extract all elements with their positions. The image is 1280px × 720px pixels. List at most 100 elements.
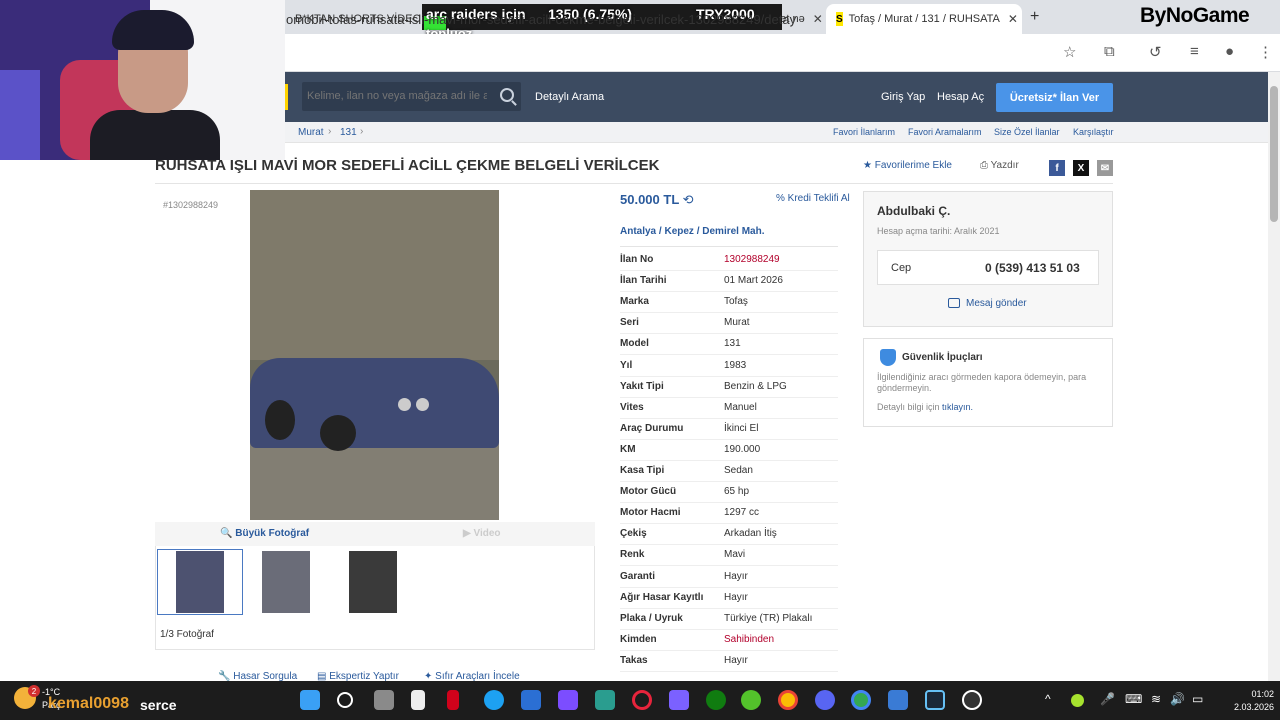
xbox-icon[interactable] xyxy=(706,690,726,710)
menu-icon[interactable]: ⋮ xyxy=(1258,43,1273,61)
app-icon-3[interactable] xyxy=(888,690,908,710)
detail-label: Araç Durumu xyxy=(620,423,684,434)
detail-value: 01 Mart 2026 xyxy=(724,275,783,286)
detail-divider xyxy=(620,608,838,609)
breadcrumb-separator: › xyxy=(328,126,332,137)
main-photo[interactable] xyxy=(250,190,499,520)
search-input[interactable] xyxy=(307,90,487,102)
stream-username: kemal0098 xyxy=(48,695,129,712)
detail-label: Ağır Hasar Kayıtlı xyxy=(620,592,704,603)
send-message-link[interactable]: Mesaj gönder xyxy=(966,298,1027,309)
clock-date: 2.03.2026 xyxy=(1234,702,1275,712)
detail-divider xyxy=(620,629,838,630)
utorrent-icon[interactable] xyxy=(741,690,761,710)
discord-icon[interactable] xyxy=(815,690,835,710)
detailed-search-link[interactable]: Detaylı Arama xyxy=(535,91,604,103)
big-photo-label: Büyük Fotoğraf xyxy=(235,528,310,539)
volume-icon[interactable]: 🔊 xyxy=(1170,692,1185,706)
netflix-icon[interactable] xyxy=(447,690,459,710)
chrome-icon[interactable] xyxy=(778,690,798,710)
location: Antalya / Kepez / Demirel Mah. xyxy=(620,226,765,237)
video-button[interactable]: ▶ Video xyxy=(463,528,501,539)
detail-value: 1302988249 xyxy=(724,254,780,265)
breadcrumb-item[interactable]: 131 xyxy=(340,127,357,138)
register-link[interactable]: Hesap Aç xyxy=(937,91,984,103)
post-ad-button[interactable]: Ücretsiz* İlan Ver xyxy=(996,83,1113,112)
detail-value: Türkiye (TR) Plakalı xyxy=(724,613,813,624)
webcam-person-body xyxy=(90,110,220,160)
detail-label: İlan Tarihi xyxy=(620,275,667,286)
favorite-listings-link[interactable]: Favori İlanlarım xyxy=(833,127,895,137)
url-field[interactable]: omobil-tofas-ruhsata-isli-mavi-mor-sedef… xyxy=(286,12,796,27)
detail-label: Vites xyxy=(620,402,644,413)
chrome-active-icon[interactable] xyxy=(851,690,871,710)
task-view-icon[interactable] xyxy=(374,690,394,710)
facebook-share-icon[interactable]: f xyxy=(1049,160,1065,176)
seller-name[interactable]: Abdulbaki Ç. xyxy=(877,204,950,218)
detail-divider xyxy=(620,312,838,313)
price-history-icon[interactable]: ⟲ xyxy=(683,192,694,207)
compare-link[interactable]: Karşılaştır xyxy=(1073,127,1114,137)
wifi-icon[interactable]: ≋ xyxy=(1151,692,1161,706)
profile-avatar[interactable]: ● xyxy=(1225,43,1234,60)
title-divider xyxy=(155,183,1113,184)
phone-number[interactable]: 0 (539) 413 51 03 xyxy=(985,261,1080,275)
safety-title: Güvenlik İpuçları xyxy=(902,352,983,363)
new-tab-icon[interactable]: + xyxy=(1030,8,1039,26)
opera-icon[interactable] xyxy=(632,690,652,710)
location-neighborhood[interactable]: Demirel Mah. xyxy=(702,226,764,237)
history-icon[interactable]: ↺ xyxy=(1149,43,1162,61)
special-listings-link[interactable]: Size Özel İlanlar xyxy=(994,127,1060,137)
detail-label: Marka xyxy=(620,296,649,307)
email-share-icon[interactable]: ✉ xyxy=(1097,160,1113,176)
obs-icon[interactable] xyxy=(962,690,982,710)
store-icon[interactable] xyxy=(595,690,615,710)
detail-divider xyxy=(620,650,838,651)
photo-building xyxy=(250,190,499,360)
favorite-searches-link[interactable]: Favori Aramalarım xyxy=(908,127,982,137)
print-button[interactable]: ⎙ Yazdır xyxy=(980,160,1019,171)
start-icon[interactable] xyxy=(300,690,320,710)
location-city[interactable]: Antalya xyxy=(620,226,656,237)
edge-icon[interactable] xyxy=(484,690,504,710)
search-taskbar-icon[interactable] xyxy=(337,692,353,708)
copilot-icon[interactable] xyxy=(669,690,689,710)
media-icon[interactable]: ≡ xyxy=(1190,43,1199,60)
detail-label: Seri xyxy=(620,317,639,328)
app-icon[interactable] xyxy=(521,690,541,710)
price: 50.000 TL ⟲ xyxy=(620,192,694,207)
thumbnail-2[interactable] xyxy=(262,551,310,613)
safety-more: Detaylı bilgi için tıklayın. xyxy=(877,402,973,412)
keyboard-icon[interactable]: ⌨ xyxy=(1125,692,1142,706)
close-tab-icon[interactable]: ✕ xyxy=(1000,12,1018,26)
safety-more-prefix: Detaylı bilgi için xyxy=(877,402,940,412)
extensions-icon[interactable]: ⧉ xyxy=(1104,43,1115,60)
photo-wheel xyxy=(265,400,295,440)
microphone-icon[interactable]: 🎤 xyxy=(1100,692,1115,706)
notepad-icon[interactable] xyxy=(411,690,425,710)
detail-divider xyxy=(620,354,838,355)
x-share-icon[interactable]: X xyxy=(1073,160,1089,176)
steam-icon[interactable] xyxy=(925,690,945,710)
safety-more-link[interactable]: tıklayın. xyxy=(942,402,973,412)
app-icon-2[interactable] xyxy=(558,690,578,710)
breadcrumb-separator: › xyxy=(360,126,364,137)
thumbnail-1[interactable] xyxy=(176,551,224,613)
credit-offer-link[interactable]: % Kredi Teklifi Al xyxy=(776,193,850,204)
close-tab-icon[interactable]: ✕ xyxy=(805,12,823,26)
ad-number-tag: #1302988249 xyxy=(163,200,219,210)
bookmark-star-icon[interactable]: ☆ xyxy=(1063,43,1076,61)
browser-tab-active[interactable]: S Tofaş / Murat / 131 / RUHSATA ✕ xyxy=(826,4,1022,34)
battery-icon[interactable]: ▭ xyxy=(1192,692,1203,706)
thumbnail-3[interactable] xyxy=(349,551,397,613)
scrollbar-thumb[interactable] xyxy=(1270,86,1278,222)
big-photo-button[interactable]: 🔍 Büyük Fotoğraf xyxy=(220,528,309,539)
location-district[interactable]: Kepez xyxy=(664,226,693,237)
tray-app-icon[interactable] xyxy=(1071,694,1084,707)
taskbar-clock[interactable]: 01:02 2.03.2026 xyxy=(1234,688,1274,714)
breadcrumb-item[interactable]: Murat xyxy=(298,127,324,138)
show-hidden-icons[interactable]: ^ xyxy=(1045,692,1051,706)
add-favorite-button[interactable]: ★ Favorilerime Ekle xyxy=(863,160,952,171)
login-link[interactable]: Giriş Yap xyxy=(881,91,925,103)
search-icon[interactable] xyxy=(500,88,514,102)
